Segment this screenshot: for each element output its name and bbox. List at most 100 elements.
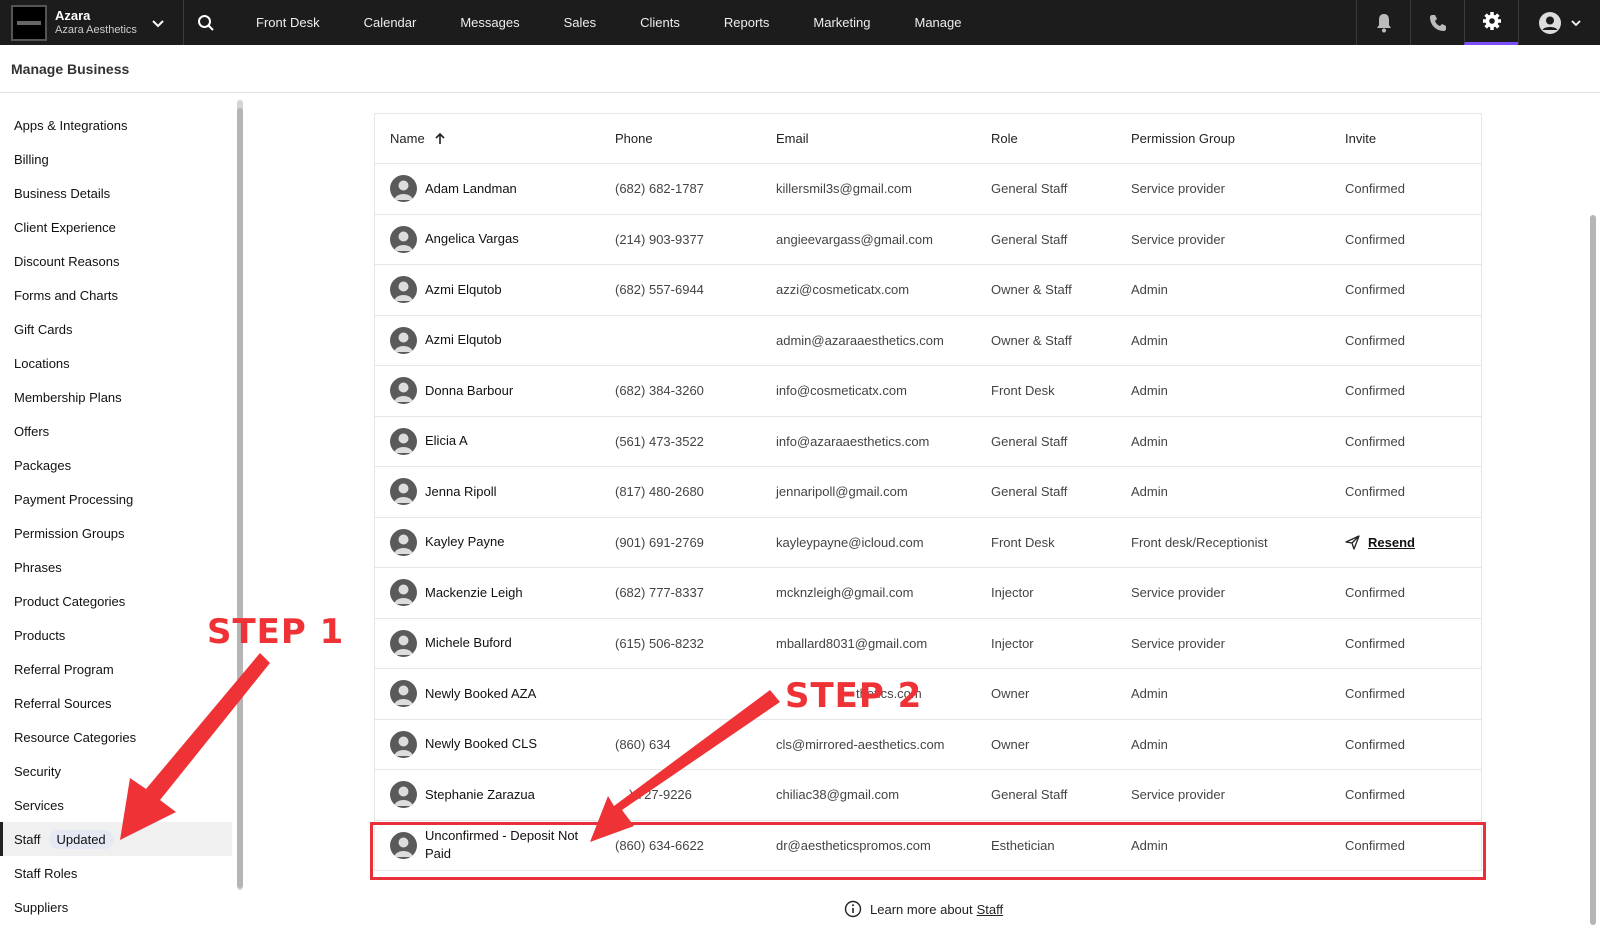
- sidebar-item-products[interactable]: Products: [0, 618, 232, 652]
- table-row[interactable]: Michele Buford (615) 506-8232 mballard80…: [375, 619, 1481, 669]
- column-header-name[interactable]: Name: [375, 131, 615, 146]
- user-avatar-icon: [390, 478, 417, 506]
- table-row[interactable]: Elicia A (561) 473-3522 info@azaraaesthe…: [375, 417, 1481, 467]
- nav-manage[interactable]: Manage: [892, 0, 983, 45]
- table-row[interactable]: Adam Landman (682) 682-1787 killersmil3s…: [375, 164, 1481, 215]
- user-menu[interactable]: [1518, 0, 1600, 45]
- brand-name: Azara: [55, 8, 91, 24]
- staff-phone: ) 727-9226: [629, 787, 692, 803]
- sidebar-item-forms-charts[interactable]: Forms and Charts: [0, 278, 232, 312]
- staff-name: Jenna Ripoll: [425, 483, 497, 499]
- staff-name: Newly Booked CLS: [425, 736, 537, 752]
- user-avatar-icon: [390, 781, 417, 809]
- sort-ascending-icon: [435, 132, 445, 144]
- top-navigation-bar: Azara Azara Aesthetics Front Desk Calend…: [0, 0, 1600, 45]
- staff-email: admin@azaraaesthetics.com: [776, 332, 944, 348]
- search-icon[interactable]: [184, 0, 228, 45]
- sidebar-item-security[interactable]: Security: [0, 754, 232, 788]
- sidebar-item-billing[interactable]: Billing: [0, 142, 232, 176]
- table-row[interactable]: Angelica Vargas (214) 903-9377 angieevar…: [375, 215, 1481, 265]
- staff-email: azzi@cosmeticatx.com: [776, 282, 910, 298]
- invite-status: Confirmed: [1345, 181, 1405, 197]
- bell-icon[interactable]: [1356, 0, 1410, 45]
- main-scrollbar[interactable]: [1590, 95, 1596, 925]
- sidebar-item-phrases[interactable]: Phrases: [0, 550, 232, 584]
- sidebar-item-staff-roles[interactable]: Staff Roles: [0, 856, 232, 890]
- phone-icon[interactable]: [1410, 0, 1464, 45]
- staff-role: Owner & Staff: [991, 282, 1072, 298]
- sidebar-item-locations[interactable]: Locations: [0, 346, 232, 380]
- column-header-permission-group[interactable]: Permission Group: [1131, 131, 1345, 146]
- staff-role: General Staff: [991, 787, 1068, 803]
- table-row[interactable]: Stephanie Zarazua ) 727-9226 chiliac38@g…: [375, 770, 1481, 821]
- staff-name: Michele Buford: [425, 635, 512, 651]
- user-avatar-icon: [390, 175, 417, 203]
- column-header-invite[interactable]: Invite: [1345, 131, 1465, 146]
- user-avatar-icon: [390, 377, 417, 405]
- sidebar-item-services[interactable]: Services: [0, 788, 232, 822]
- sidebar-item-client-experience[interactable]: Client Experience: [0, 210, 232, 244]
- table-row[interactable]: Newly Booked AZA thetics.com Owner Admin…: [375, 669, 1481, 720]
- resend-invite-link[interactable]: Resend: [1345, 535, 1465, 550]
- sidebar-item-permission-groups[interactable]: Permission Groups: [0, 516, 232, 550]
- sidebar-item-membership-plans[interactable]: Membership Plans: [0, 380, 232, 414]
- nav-reports[interactable]: Reports: [702, 0, 792, 45]
- sidebar-item-gift-cards[interactable]: Gift Cards: [0, 312, 232, 346]
- staff-phone: (682) 384-3260: [615, 383, 704, 399]
- sidebar-item-suppliers[interactable]: Suppliers: [0, 890, 232, 924]
- nav-front-desk[interactable]: Front Desk: [234, 0, 342, 45]
- sidebar-item-discount-reasons[interactable]: Discount Reasons: [0, 244, 232, 278]
- column-header-role[interactable]: Role: [991, 131, 1131, 146]
- nav-calendar[interactable]: Calendar: [342, 0, 439, 45]
- table-row[interactable]: Newly Booked CLS (860) 634 cls@mirrored-…: [375, 720, 1481, 770]
- nav-sales[interactable]: Sales: [542, 0, 619, 45]
- table-row[interactable]: Azmi Elqutob admin@azaraaesthetics.com O…: [375, 316, 1481, 366]
- user-avatar-icon: [390, 730, 417, 758]
- sidebar-item-payment-processing[interactable]: Payment Processing: [0, 482, 232, 516]
- nav-marketing[interactable]: Marketing: [791, 0, 892, 45]
- sidebar-item-apps-integrations[interactable]: Apps & Integrations: [0, 108, 232, 142]
- user-avatar-icon: [390, 225, 417, 253]
- brand-subtitle: Azara Aesthetics: [55, 23, 137, 36]
- staff-role: Owner: [991, 736, 1030, 752]
- learn-more-staff-link[interactable]: Staff: [977, 902, 1004, 917]
- sidebar-item-business-details[interactable]: Business Details: [0, 176, 232, 210]
- user-avatar-icon: [390, 427, 417, 455]
- sidebar-item-referral-program[interactable]: Referral Program: [0, 652, 232, 686]
- table-row[interactable]: Azmi Elqutob (682) 557-6944 azzi@cosmeti…: [375, 265, 1481, 316]
- sidebar-item-resource-categories[interactable]: Resource Categories: [0, 720, 232, 754]
- sidebar-item-staff[interactable]: Staff Updated: [0, 822, 232, 856]
- table-row[interactable]: Donna Barbour (682) 384-3260 info@cosmet…: [375, 366, 1481, 417]
- step2-label: STEP 2: [785, 676, 923, 716]
- nav-messages[interactable]: Messages: [438, 0, 541, 45]
- nav-clients[interactable]: Clients: [618, 0, 702, 45]
- user-avatar-icon: [390, 276, 417, 304]
- invite-status: Confirmed: [1345, 787, 1405, 803]
- staff-name: Stephanie Zarazua: [425, 786, 535, 802]
- staff-permission-group: Admin: [1131, 736, 1168, 752]
- business-switcher[interactable]: Azara Azara Aesthetics: [0, 0, 184, 45]
- sidebar-item-offers[interactable]: Offers: [0, 414, 232, 448]
- staff-email: kayleypayne@icloud.com: [776, 534, 924, 550]
- chevron-down-icon: [1570, 19, 1581, 26]
- user-avatar-icon: [390, 680, 417, 708]
- column-header-email[interactable]: Email: [776, 131, 991, 146]
- staff-email: mballard8031@gmail.com: [776, 635, 928, 651]
- table-row[interactable]: Jenna Ripoll (817) 480-2680 jennaripoll@…: [375, 467, 1481, 518]
- column-header-phone[interactable]: Phone: [615, 131, 776, 146]
- highlight-box: [370, 822, 1486, 880]
- staff-permission-group: Admin: [1131, 686, 1168, 702]
- table-row[interactable]: Mackenzie Leigh (682) 777-8337 mcknzleig…: [375, 568, 1481, 619]
- sidebar-item-packages[interactable]: Packages: [0, 448, 232, 482]
- step1-label: STEP 1: [207, 612, 345, 652]
- staff-role: Owner: [991, 686, 1030, 702]
- table-row[interactable]: Kayley Payne (901) 691-2769 kayleypayne@…: [375, 518, 1481, 568]
- sidebar-item-referral-sources[interactable]: Referral Sources: [0, 686, 232, 720]
- settings-gear-icon[interactable]: [1464, 0, 1518, 45]
- table-header-row: Name Phone Email Role Permission Group I…: [375, 114, 1481, 164]
- user-avatar-icon: [390, 579, 417, 607]
- learn-more-text: Learn more about: [870, 901, 973, 917]
- staff-phone: (901) 691-2769: [615, 534, 704, 550]
- sidebar-item-product-categories[interactable]: Product Categories: [0, 584, 232, 618]
- sidebar-scrollbar[interactable]: [237, 100, 243, 890]
